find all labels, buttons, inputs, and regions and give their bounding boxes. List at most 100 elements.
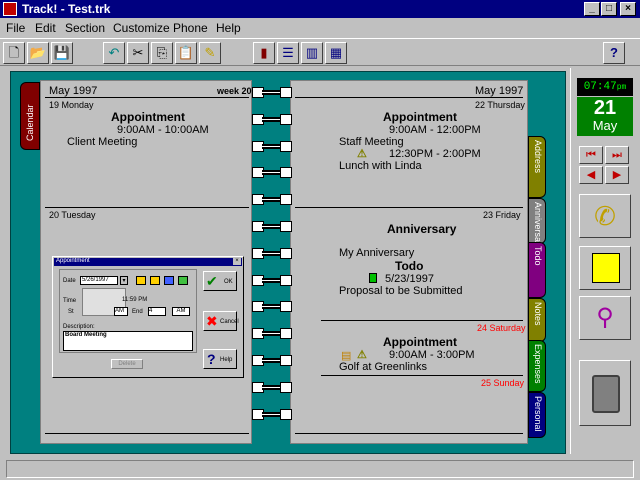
- dialog-close-button[interactable]: ×: [233, 258, 241, 265]
- close-button[interactable]: ×: [620, 2, 636, 16]
- last-page-icon[interactable]: ⏭: [605, 146, 629, 164]
- new-file-icon[interactable]: 🗋: [3, 42, 25, 64]
- find-icon[interactable]: ✎: [199, 42, 221, 64]
- event-entry[interactable]: Staff Meeting: [339, 136, 404, 148]
- start-ampm[interactable]: AM: [114, 307, 128, 316]
- menu-phone[interactable]: Phone: [173, 21, 208, 35]
- notepad-icon[interactable]: [579, 246, 631, 290]
- help-button[interactable]: ? Help: [203, 349, 237, 369]
- event-entry[interactable]: Lunch with Linda: [339, 160, 422, 172]
- binder-ring: [252, 301, 292, 313]
- ok-button[interactable]: ✔ OK: [203, 271, 237, 291]
- date-display[interactable]: 21 May: [577, 97, 633, 136]
- event-time: 9:00AM - 10:00AM: [117, 124, 209, 136]
- day-label: 24 Saturday: [477, 323, 526, 333]
- menu-section[interactable]: Section: [65, 21, 105, 35]
- todo-checkbox[interactable]: [369, 273, 377, 283]
- binder-ring: [252, 274, 292, 287]
- event-entry[interactable]: Client Meeting: [67, 136, 137, 148]
- cancel-button[interactable]: ✖ Cancel: [203, 311, 239, 331]
- book-view-icon[interactable]: ▮: [253, 42, 275, 64]
- delete-button[interactable]: Delete: [111, 359, 143, 369]
- tab-calendar[interactable]: Calendar: [20, 82, 40, 150]
- binder-ring: [252, 247, 292, 260]
- date-month: May: [592, 118, 618, 133]
- paste-icon[interactable]: 📋: [175, 42, 197, 64]
- copy-icon[interactable]: ⎘: [151, 42, 173, 64]
- event-heading[interactable]: Appointment: [383, 110, 457, 124]
- prev-page-icon[interactable]: ◀: [579, 166, 603, 184]
- todo-entry[interactable]: Proposal to be Submitted: [339, 285, 463, 297]
- anniversary-heading[interactable]: Anniversary: [387, 222, 456, 236]
- end-label: End: [132, 309, 143, 315]
- binder-ring: [252, 328, 292, 340]
- app-icon[interactable]: [3, 2, 17, 16]
- binder-ring: [252, 87, 292, 99]
- menu-file[interactable]: File: [6, 21, 25, 35]
- tab-notes[interactable]: Notes: [528, 298, 546, 342]
- tab-todo[interactable]: Todo: [528, 242, 546, 298]
- category-icon[interactable]: [150, 276, 160, 285]
- binder-ring: [252, 381, 292, 394]
- month-view-icon[interactable]: ▦: [325, 42, 347, 64]
- menu-bar: File Edit Section Customize Phone Help: [0, 19, 640, 37]
- appointment-dialog: Appointment × Date 5/26/1997 ▾ Time 11:5…: [52, 256, 244, 378]
- date-field[interactable]: 5/26/1997: [80, 276, 118, 285]
- link-icon[interactable]: ⚲: [579, 296, 631, 340]
- todo-heading[interactable]: Todo: [395, 259, 423, 273]
- tab-calendar-label: Calendar: [25, 104, 35, 141]
- dialog-fields: Date 5/26/1997 ▾ Time 11:59 PM St AM End…: [59, 269, 197, 353]
- date-label: Date: [63, 278, 76, 284]
- event-entry[interactable]: My Anniversary: [339, 247, 414, 259]
- menu-customize[interactable]: Customize: [113, 21, 170, 35]
- day-label: 19 Monday: [49, 100, 94, 110]
- alarm-icon: ⚠: [357, 148, 367, 160]
- day-label: 23 Friday: [483, 210, 521, 220]
- tab-personal[interactable]: Personal: [528, 392, 546, 438]
- next-page-icon[interactable]: ▶: [605, 166, 629, 184]
- save-icon[interactable]: 💾: [51, 42, 73, 64]
- recurrence-icon[interactable]: [178, 276, 188, 285]
- day-label: 22 Thursday: [475, 100, 525, 110]
- tab-anniversary[interactable]: Anniversary: [528, 198, 546, 250]
- trash-can-icon[interactable]: [579, 360, 631, 426]
- date-dropdown-button[interactable]: ▾: [120, 276, 128, 285]
- tab-address[interactable]: Address: [528, 136, 546, 198]
- maximize-button[interactable]: □: [601, 2, 617, 16]
- event-heading[interactable]: Appointment: [383, 335, 457, 349]
- day-view-icon[interactable]: ☰: [277, 42, 299, 64]
- title-bar: Track! - Test.trk _ □ ×: [0, 0, 640, 18]
- undo-icon[interactable]: ↶: [103, 42, 125, 64]
- person-icon[interactable]: [164, 276, 174, 285]
- minimize-button[interactable]: _: [584, 2, 600, 16]
- description-label: Description:: [63, 324, 95, 330]
- cut-icon[interactable]: ✂: [127, 42, 149, 64]
- menu-help[interactable]: Help: [216, 21, 241, 35]
- dialog-title-bar: Appointment ×: [54, 258, 242, 266]
- end-field[interactable]: 4: [148, 307, 166, 316]
- day-label: 25 Sunday: [481, 378, 525, 388]
- binder-ring: [252, 194, 292, 206]
- time-label: Time: [63, 298, 77, 304]
- menu-edit[interactable]: Edit: [35, 21, 56, 35]
- cancel-label: Cancel: [220, 319, 239, 325]
- description-field[interactable]: Board Meeting: [63, 331, 193, 351]
- phone-dialer-icon[interactable]: ✆: [579, 194, 631, 238]
- end-ampm[interactable]: AM: [172, 307, 190, 316]
- help-icon[interactable]: ?: [603, 42, 625, 64]
- start-label: St: [68, 309, 74, 315]
- priority-icon[interactable]: [136, 276, 146, 285]
- tab-expenses[interactable]: Expenses: [528, 340, 546, 392]
- event-entry[interactable]: Golf at Greenlinks: [339, 361, 427, 373]
- first-page-icon[interactable]: ⏮: [579, 146, 603, 164]
- binder-ring: [252, 221, 292, 233]
- day-label: 20 Tuesday: [49, 210, 96, 220]
- event-heading[interactable]: Appointment: [111, 110, 185, 124]
- week-view-icon[interactable]: ▥: [301, 42, 323, 64]
- binder-ring: [252, 167, 292, 179]
- clock-ampm: pm: [616, 83, 627, 92]
- open-folder-icon[interactable]: 📂: [27, 42, 49, 64]
- ok-label: OK: [224, 279, 233, 285]
- clock-time: 07:47: [583, 81, 617, 93]
- toolbar: 🗋 📂 💾 ↶ ✂ ⎘ 📋 ✎ ▮ ☰ ▥ ▦ ?: [0, 38, 640, 66]
